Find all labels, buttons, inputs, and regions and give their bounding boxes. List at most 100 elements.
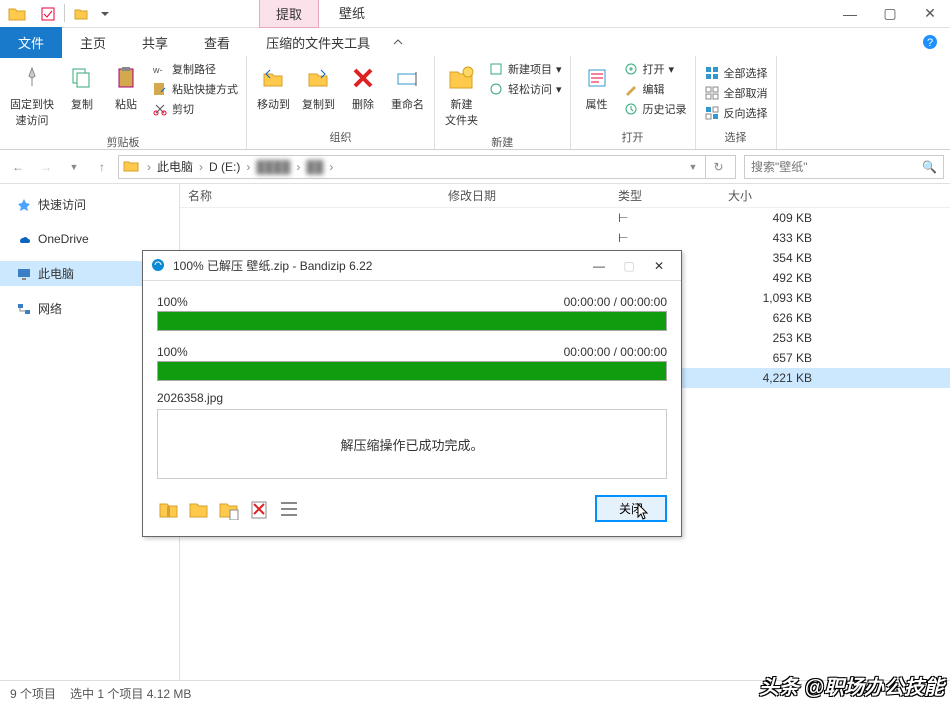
context-tab-extract[interactable]: 提取 [259, 0, 319, 28]
close-button[interactable]: ✕ [910, 0, 950, 28]
collapse-ribbon-icon[interactable] [388, 32, 408, 52]
delete-archive-icon[interactable] [247, 497, 271, 521]
select-none-button[interactable]: 全部取消 [704, 84, 768, 102]
copy-to-button[interactable]: 复制到 [296, 58, 341, 116]
folder-icon [6, 3, 28, 25]
invert-icon [704, 105, 720, 121]
search-input[interactable] [751, 160, 922, 174]
easy-access-icon [488, 81, 504, 97]
progress-bar-1 [157, 311, 667, 331]
edit-button[interactable]: 编辑 [623, 80, 687, 98]
history-button[interactable]: 历史记录 [623, 100, 687, 118]
minimize-button[interactable]: — [830, 0, 870, 28]
qat-checkbox-icon[interactable] [38, 4, 58, 24]
properties-icon [581, 62, 613, 94]
move-icon [258, 62, 290, 94]
current-filename: 2026358.jpg [157, 391, 667, 405]
open-archive-icon[interactable] [157, 497, 181, 521]
qat-dropdown-icon[interactable] [95, 4, 115, 24]
back-button[interactable]: ← [6, 155, 30, 179]
ribbon: 固定到快 速访问 复制 粘贴 w-复制路径 粘贴快捷方式 剪切 剪贴板 移动到 … [0, 56, 950, 150]
sidebar-quick-access[interactable]: 快速访问 [0, 192, 179, 217]
window-title: 壁纸 [319, 0, 385, 28]
group-new: 新建 [439, 132, 566, 152]
invert-selection-button[interactable]: 反向选择 [704, 104, 768, 122]
edit-icon [623, 81, 639, 97]
list-icon[interactable] [277, 497, 301, 521]
selection-info: 选中 1 个项目 4.12 MB [70, 685, 191, 702]
svg-text:w-: w- [153, 65, 163, 75]
bandizip-icon [151, 258, 167, 274]
select-all-icon [704, 65, 720, 81]
copy-path-button[interactable]: w-复制路径 [152, 60, 238, 78]
forward-button[interactable]: → [34, 155, 58, 179]
quick-access-toolbar [34, 4, 119, 24]
tab-home[interactable]: 主页 [62, 27, 124, 58]
rename-button[interactable]: 重命名 [385, 58, 430, 116]
col-modified[interactable]: 修改日期 [440, 187, 610, 204]
dialog-titlebar[interactable]: 100% 已解压 壁纸.zip - Bandizip 6.22 — ▢ ✕ [143, 251, 681, 281]
new-folder-icon [446, 62, 478, 94]
search-box[interactable]: 🔍 [744, 155, 944, 179]
open-button[interactable]: 打开 ▾ [623, 60, 687, 78]
dropdown-icon[interactable]: ▼ [681, 155, 705, 179]
new-item-button[interactable]: 新建项目 ▾ [488, 60, 562, 78]
bandizip-dialog: 100% 已解压 壁纸.zip - Bandizip 6.22 — ▢ ✕ 10… [142, 250, 682, 537]
properties-button[interactable]: 属性 [575, 58, 619, 116]
delete-button[interactable]: 删除 [341, 58, 385, 116]
tab-view[interactable]: 查看 [186, 27, 248, 58]
sidebar-onedrive[interactable]: OneDrive [0, 227, 179, 251]
copy-button[interactable]: 复制 [60, 58, 104, 116]
maximize-button[interactable]: ▢ [870, 0, 910, 28]
dialog-title: 100% 已解压 壁纸.zip - Bandizip 6.22 [173, 257, 372, 274]
select-all-button[interactable]: 全部选择 [704, 64, 768, 82]
cut-button[interactable]: 剪切 [152, 100, 238, 118]
copy-icon [66, 62, 98, 94]
move-to-button[interactable]: 移动到 [251, 58, 296, 116]
star-icon [16, 197, 32, 213]
crumb-blurred-2[interactable]: ██ [302, 160, 327, 174]
tab-file[interactable]: 文件 [0, 27, 62, 58]
easy-access-button[interactable]: 轻松访问 ▾ [488, 80, 562, 98]
crumb-thispc[interactable]: 此电脑 [153, 158, 197, 175]
dialog-close-button[interactable]: 关闭 [595, 495, 667, 522]
col-type[interactable]: 类型 [610, 187, 720, 204]
new-folder-button[interactable]: 新建 文件夹 [439, 58, 484, 132]
breadcrumb[interactable]: › 此电脑 › D (E:) › ████ › ██ › ▼ ↻ [118, 155, 736, 179]
tab-compressed-tools[interactable]: 压缩的文件夹工具 [248, 27, 388, 58]
dialog-minimize[interactable]: — [585, 255, 613, 277]
recent-dropdown[interactable]: ▼ [62, 155, 86, 179]
crumb-blurred-1[interactable]: ████ [252, 160, 294, 174]
group-clipboard: 剪贴板 [4, 132, 242, 152]
progress-bar-2 [157, 361, 667, 381]
svg-text:?: ? [927, 37, 933, 49]
search-icon[interactable]: 🔍 [922, 160, 937, 174]
paste-shortcut-button[interactable]: 粘贴快捷方式 [152, 80, 238, 98]
tab-share[interactable]: 共享 [124, 27, 186, 58]
delete-icon [347, 62, 379, 94]
crumb-drive[interactable]: D (E:) [205, 160, 244, 174]
paste-button[interactable]: 粘贴 [104, 58, 148, 116]
titlebar: 提取 壁纸 — ▢ ✕ [0, 0, 950, 28]
message-box: 解压缩操作已成功完成。 [157, 409, 667, 479]
scissors-icon [152, 101, 168, 117]
open-folder-icon[interactable] [187, 497, 211, 521]
col-name[interactable]: 名称 [180, 187, 440, 204]
shortcut-icon [152, 81, 168, 97]
item-count: 9 个项目 [10, 685, 56, 702]
help-icon[interactable]: ? [918, 30, 942, 54]
refresh-button[interactable]: ↻ [705, 155, 731, 179]
group-select: 选择 [700, 127, 772, 147]
copy-to-icon [303, 62, 335, 94]
up-button[interactable]: ↑ [90, 155, 114, 179]
table-row[interactable]: ⊢433 KB [180, 228, 950, 248]
dialog-close[interactable]: ✕ [645, 255, 673, 277]
pin-quick-access-button[interactable]: 固定到快 速访问 [4, 58, 60, 132]
history-icon [623, 101, 639, 117]
progress-1-time: 00:00:00 / 00:00:00 [564, 295, 667, 309]
qat-folder-icon[interactable] [71, 4, 91, 24]
table-row[interactable]: ⊢409 KB [180, 208, 950, 228]
col-size[interactable]: 大小 [720, 187, 820, 204]
open-file-icon[interactable] [217, 497, 241, 521]
dialog-maximize[interactable]: ▢ [615, 255, 643, 277]
